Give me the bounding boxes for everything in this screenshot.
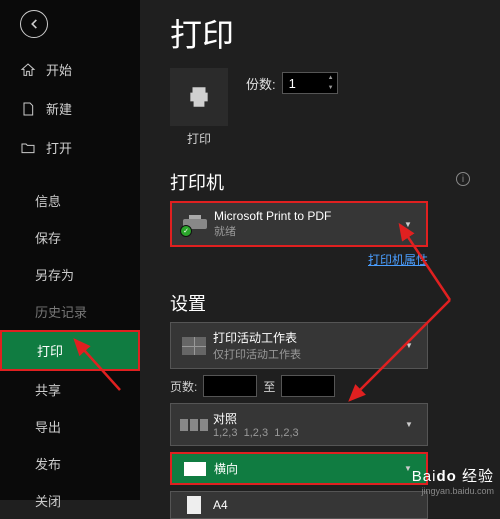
scope-sub: 仅打印活动工作表 xyxy=(213,346,405,362)
back-arrow-icon xyxy=(27,17,41,31)
back-button[interactable] xyxy=(20,10,48,38)
nav-new-label: 新建 xyxy=(46,99,72,118)
nav-publish[interactable]: 发布 xyxy=(0,445,140,482)
collate-dropdown[interactable]: 对照 1,2,3 1,2,3 1,2,3 ▼ xyxy=(170,403,428,446)
print-scope-dropdown[interactable]: 打印活动工作表 仅打印活动工作表 ▼ xyxy=(170,322,428,369)
nav-home-label: 开始 xyxy=(46,60,72,79)
printer-dropdown[interactable]: ✓ Microsoft Print to PDF 就绪 ▼ xyxy=(170,201,428,247)
printer-name: Microsoft Print to PDF xyxy=(214,209,404,223)
orientation-dropdown[interactable]: 横向 ▼ xyxy=(170,452,428,485)
copies-up[interactable]: ▲ xyxy=(325,73,337,83)
collate-title: 对照 xyxy=(213,410,405,427)
copies-label: 份数: xyxy=(246,74,276,93)
print-panel: 打印 打印 份数: 1 ▲▼ 打印机 i ✓ Microsoft Print t… xyxy=(140,0,500,500)
printer-status: 就绪 xyxy=(214,223,404,239)
nav-save[interactable]: 保存 xyxy=(0,219,140,256)
info-icon[interactable]: i xyxy=(456,172,470,186)
nav-print[interactable]: 打印 xyxy=(0,330,140,371)
print-button-label: 打印 xyxy=(170,130,228,147)
copies-down[interactable]: ▼ xyxy=(325,83,337,93)
page-title: 打印 xyxy=(170,10,500,56)
chevron-down-icon: ▼ xyxy=(405,341,419,350)
nav-history: 历史记录 xyxy=(0,293,140,330)
paper-dropdown[interactable]: A4 xyxy=(170,491,428,519)
nav-share[interactable]: 共享 xyxy=(0,371,140,408)
printer-icon xyxy=(185,84,213,110)
printer-heading: 打印机 i xyxy=(170,169,500,195)
pages-row: 页数: 至 xyxy=(170,375,428,397)
pages-from-input[interactable] xyxy=(203,375,257,397)
orientation-icon xyxy=(180,462,210,476)
collate-icon xyxy=(179,419,209,431)
nav-new[interactable]: 新建 xyxy=(0,89,140,128)
copies-value: 1 xyxy=(289,76,296,91)
orientation-label: 横向 xyxy=(214,460,404,477)
copies-control: 份数: 1 ▲▼ xyxy=(246,72,338,94)
printer-status-icon: ✓ xyxy=(180,215,210,233)
sheets-icon xyxy=(179,337,209,355)
paper-icon xyxy=(179,496,209,514)
open-icon xyxy=(20,140,36,156)
watermark: Baido 经验 jingyan.baidu.com xyxy=(412,465,494,496)
pages-to-label: 至 xyxy=(263,378,275,395)
scope-title: 打印活动工作表 xyxy=(213,329,405,346)
settings-heading: 设置 xyxy=(170,290,500,316)
nav-open-label: 打开 xyxy=(46,138,72,157)
backstage-sidebar: 开始 新建 打开 信息 保存 另存为 历史记录 打印 共享 导出 发布 关闭 xyxy=(0,0,140,500)
pages-to-input[interactable] xyxy=(281,375,335,397)
home-icon xyxy=(20,62,36,78)
print-button[interactable]: 打印 xyxy=(170,68,228,147)
paper-label: A4 xyxy=(213,498,419,512)
new-icon xyxy=(20,101,36,117)
chevron-down-icon: ▼ xyxy=(404,220,418,229)
nav-open[interactable]: 打开 xyxy=(0,128,140,167)
collate-sub: 1,2,3 1,2,3 1,2,3 xyxy=(213,427,405,439)
copies-input[interactable]: 1 ▲▼ xyxy=(282,72,338,94)
pages-label: 页数: xyxy=(170,378,197,395)
nav-close[interactable]: 关闭 xyxy=(0,482,140,519)
nav-saveas[interactable]: 另存为 xyxy=(0,256,140,293)
nav-export[interactable]: 导出 xyxy=(0,408,140,445)
nav-home[interactable]: 开始 xyxy=(0,50,140,89)
printer-properties-link[interactable]: 打印机属性 xyxy=(368,253,428,267)
chevron-down-icon: ▼ xyxy=(405,420,419,429)
nav-info[interactable]: 信息 xyxy=(0,182,140,219)
